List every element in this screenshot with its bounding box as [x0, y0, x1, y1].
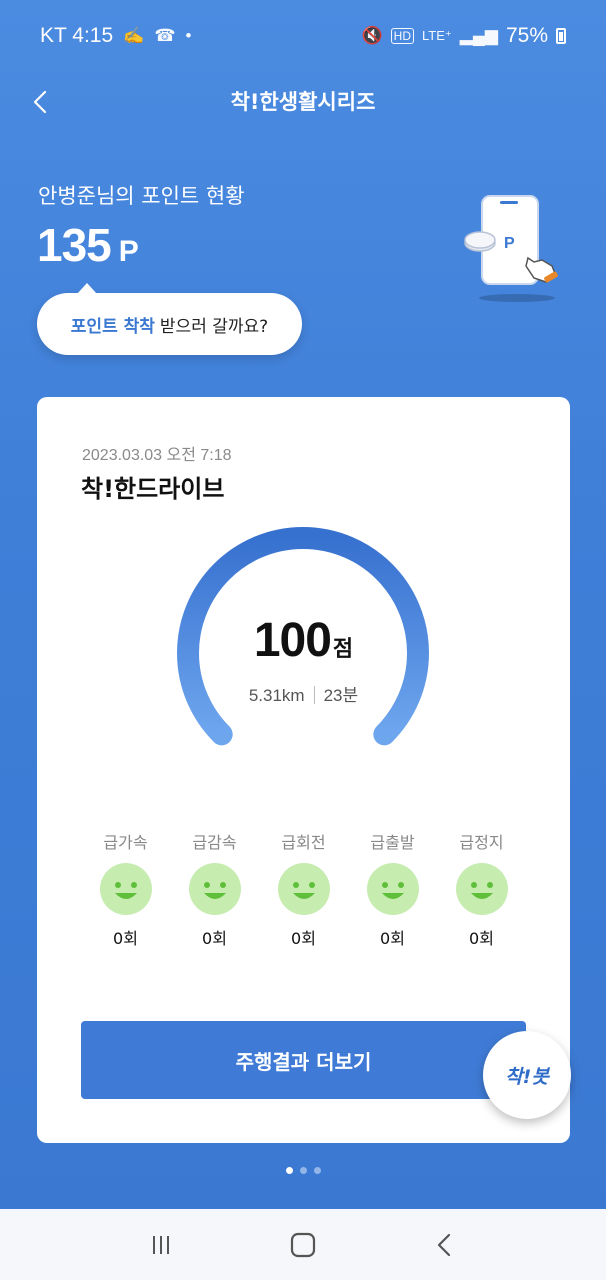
- signal-icon: ▂▄▆: [459, 26, 498, 45]
- home-button[interactable]: [273, 1220, 333, 1270]
- phone-letter: P: [504, 235, 515, 252]
- distance: 5.31km: [248, 686, 305, 705]
- smile-icon: [188, 863, 241, 915]
- driving-events: 급가속 0회 급감속 0회 급회전 0회 급출발 0회 급정지 0회: [81, 829, 526, 949]
- page-title: 착!한생활시리즈: [230, 90, 376, 114]
- event-count: 0회: [469, 929, 494, 948]
- battery-percent: 75%: [505, 24, 548, 47]
- event-item: 급출발 0회: [348, 829, 437, 949]
- more-results-button[interactable]: 주행결과 더보기: [81, 1021, 526, 1099]
- points-cta-bubble[interactable]: 포인트 착착 받으러 갈까요?: [37, 283, 302, 355]
- score-unit: 점: [332, 636, 354, 661]
- chatbot-button[interactable]: 착!봇: [483, 1031, 571, 1119]
- points-number: 135: [37, 219, 112, 271]
- points-unit: P: [118, 235, 139, 268]
- distance-duration: 5.31km 23분: [37, 681, 570, 706]
- mute-icon: 🔇: [361, 26, 383, 45]
- status-dot: •: [185, 26, 192, 45]
- app-header: 착!한생활시리즈: [0, 72, 606, 132]
- lte-icon: LTE⁺: [422, 28, 452, 43]
- score-value: 100: [253, 614, 332, 667]
- back-arrow-icon: [437, 1233, 451, 1256]
- battery-icon: [556, 28, 566, 44]
- bubble-highlight: 포인트 착착: [70, 316, 155, 337]
- event-count: 0회: [380, 929, 405, 948]
- hd-icon: HD: [390, 28, 415, 44]
- divider: [313, 686, 315, 704]
- page-dot-active[interactable]: [285, 1167, 293, 1174]
- points-label: 안병준님의 포인트 현황: [38, 184, 245, 208]
- page-dot[interactable]: [313, 1167, 321, 1174]
- system-nav-bar: [0, 1209, 606, 1280]
- event-label: 급회전: [281, 833, 326, 852]
- event-label: 급감속: [192, 833, 237, 852]
- event-item: 급가속 0회: [81, 829, 170, 949]
- home-icon: [290, 1232, 316, 1257]
- card-title: 착!한드라이브: [81, 475, 225, 503]
- phone-coin-icon: P: [464, 195, 558, 302]
- event-count: 0회: [291, 929, 316, 948]
- event-label: 급출발: [370, 833, 415, 852]
- carrier-time: KT 4:15: [40, 24, 114, 47]
- event-label: 급가속: [103, 833, 148, 852]
- recents-icon: [153, 1235, 169, 1254]
- drive-result-card: 2023.03.03 오전 7:18 착!한드라이브 100점 5.31km 23…: [37, 397, 570, 1143]
- event-count: 0회: [202, 929, 227, 948]
- status-right: 🔇 HD LTE⁺ ▂▄▆ 75%: [361, 24, 566, 48]
- event-item: 급감속 0회: [170, 829, 259, 949]
- score-display: 100점: [37, 613, 570, 668]
- event-item: 급회전 0회: [259, 829, 348, 949]
- phone-point-illustration: P: [462, 190, 562, 305]
- recent-apps-button[interactable]: [131, 1220, 191, 1270]
- system-back-button[interactable]: [415, 1220, 475, 1270]
- notification-icon: ✍: [123, 26, 145, 45]
- page-dot[interactable]: [299, 1167, 307, 1174]
- event-item: 급정지 0회: [437, 829, 526, 949]
- points-value: 135 P: [37, 218, 139, 272]
- event-label: 급정지: [459, 833, 504, 852]
- event-count: 0회: [113, 929, 138, 948]
- wifi-calling-icon: ☎: [154, 26, 176, 45]
- drive-date: 2023.03.03 오전 7:18: [82, 447, 232, 464]
- smile-icon: [99, 863, 152, 915]
- smile-icon: [366, 863, 419, 915]
- smile-icon: [277, 863, 330, 915]
- bubble-text: 받으러 갈까요?: [159, 316, 269, 337]
- page-indicator: [0, 1167, 606, 1174]
- smile-icon: [455, 863, 508, 915]
- status-left: KT 4:15 ✍ ☎ •: [40, 24, 191, 48]
- status-bar: KT 4:15 ✍ ☎ • 🔇 HD LTE⁺ ▂▄▆ 75%: [0, 0, 606, 72]
- duration: 23분: [323, 686, 359, 705]
